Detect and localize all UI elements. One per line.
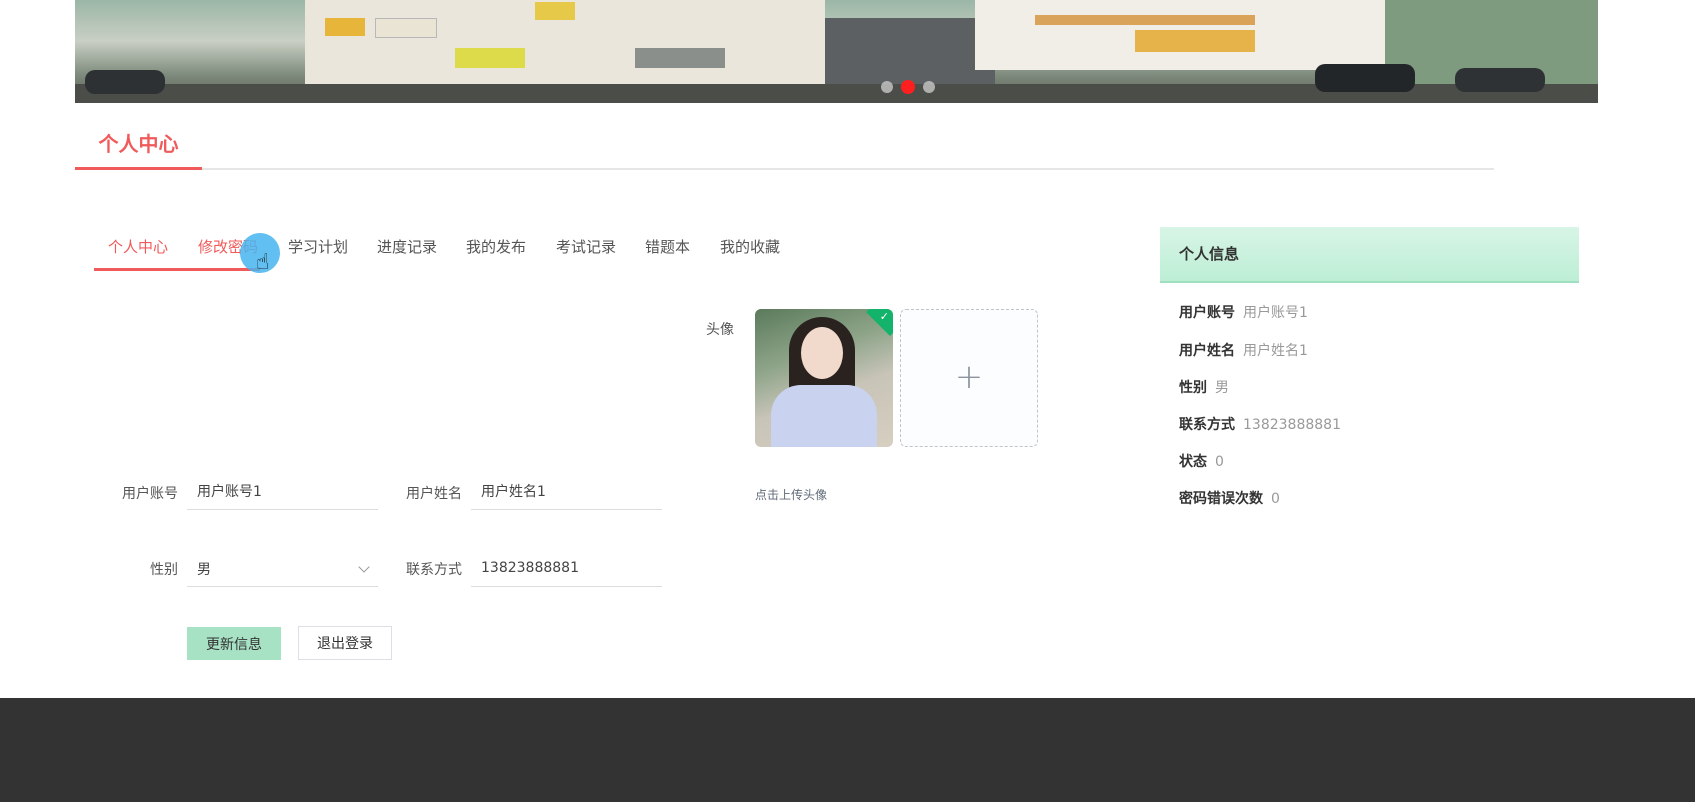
page-title: 个人中心: [75, 122, 202, 170]
name-label: 用户姓名: [406, 486, 462, 502]
account-input[interactable]: [187, 472, 378, 510]
chevron-down-icon: [358, 561, 370, 573]
avatar-label: 头像: [706, 322, 734, 338]
info-panel-title: 个人信息: [1160, 227, 1579, 283]
gender-selected-value: 男: [197, 562, 211, 578]
check-icon: ✓: [879, 310, 889, 323]
gender-select[interactable]: 男: [187, 549, 378, 587]
tab-study-plan[interactable]: 学习计划: [288, 228, 348, 272]
plus-icon: +: [954, 357, 984, 397]
upload-hint: 点击上传头像: [755, 488, 828, 502]
carousel-indicators: [881, 80, 935, 94]
account-label: 用户账号: [122, 486, 178, 502]
footer: [0, 698, 1695, 802]
avatar-upload-button[interactable]: +: [900, 309, 1038, 447]
tab-my-posts[interactable]: 我的发布: [466, 228, 526, 272]
title-divider: [202, 168, 1494, 170]
carousel-dot-3[interactable]: [923, 81, 935, 93]
avatar-photo: [755, 309, 893, 447]
info-row-name: 用户姓名 用户姓名1: [1179, 343, 1308, 359]
tab-exam-records[interactable]: 考试记录: [556, 228, 616, 272]
banner-carousel[interactable]: [75, 0, 1598, 103]
tab-wrong-questions[interactable]: 错题本: [645, 228, 690, 272]
active-tab-indicator: [94, 268, 260, 271]
info-row-gender: 性别男: [1179, 380, 1229, 396]
info-row-account: 用户账号 用户账号1: [1179, 305, 1308, 321]
update-info-button[interactable]: 更新信息: [187, 627, 281, 660]
phone-label: 联系方式: [406, 562, 462, 578]
info-row-password-errors: 密码错误次数 0: [1179, 491, 1280, 507]
tab-personal-center[interactable]: 个人中心: [108, 228, 168, 272]
gender-label: 性别: [150, 562, 178, 578]
name-input[interactable]: [471, 472, 662, 510]
phone-input[interactable]: [471, 549, 662, 587]
avatar[interactable]: ✓: [755, 309, 893, 447]
carousel-dot-2[interactable]: [901, 80, 915, 94]
tab-my-favorites[interactable]: 我的收藏: [720, 228, 780, 272]
info-row-phone: 联系方式 13823888881: [1179, 417, 1341, 433]
hand-cursor-icon: ☝: [256, 250, 270, 275]
tab-progress-records[interactable]: 进度记录: [377, 228, 437, 272]
banner-image: [75, 0, 1598, 103]
carousel-dot-1[interactable]: [881, 81, 893, 93]
logout-button[interactable]: 退出登录: [298, 626, 392, 660]
info-row-status: 状态 0: [1179, 454, 1224, 470]
